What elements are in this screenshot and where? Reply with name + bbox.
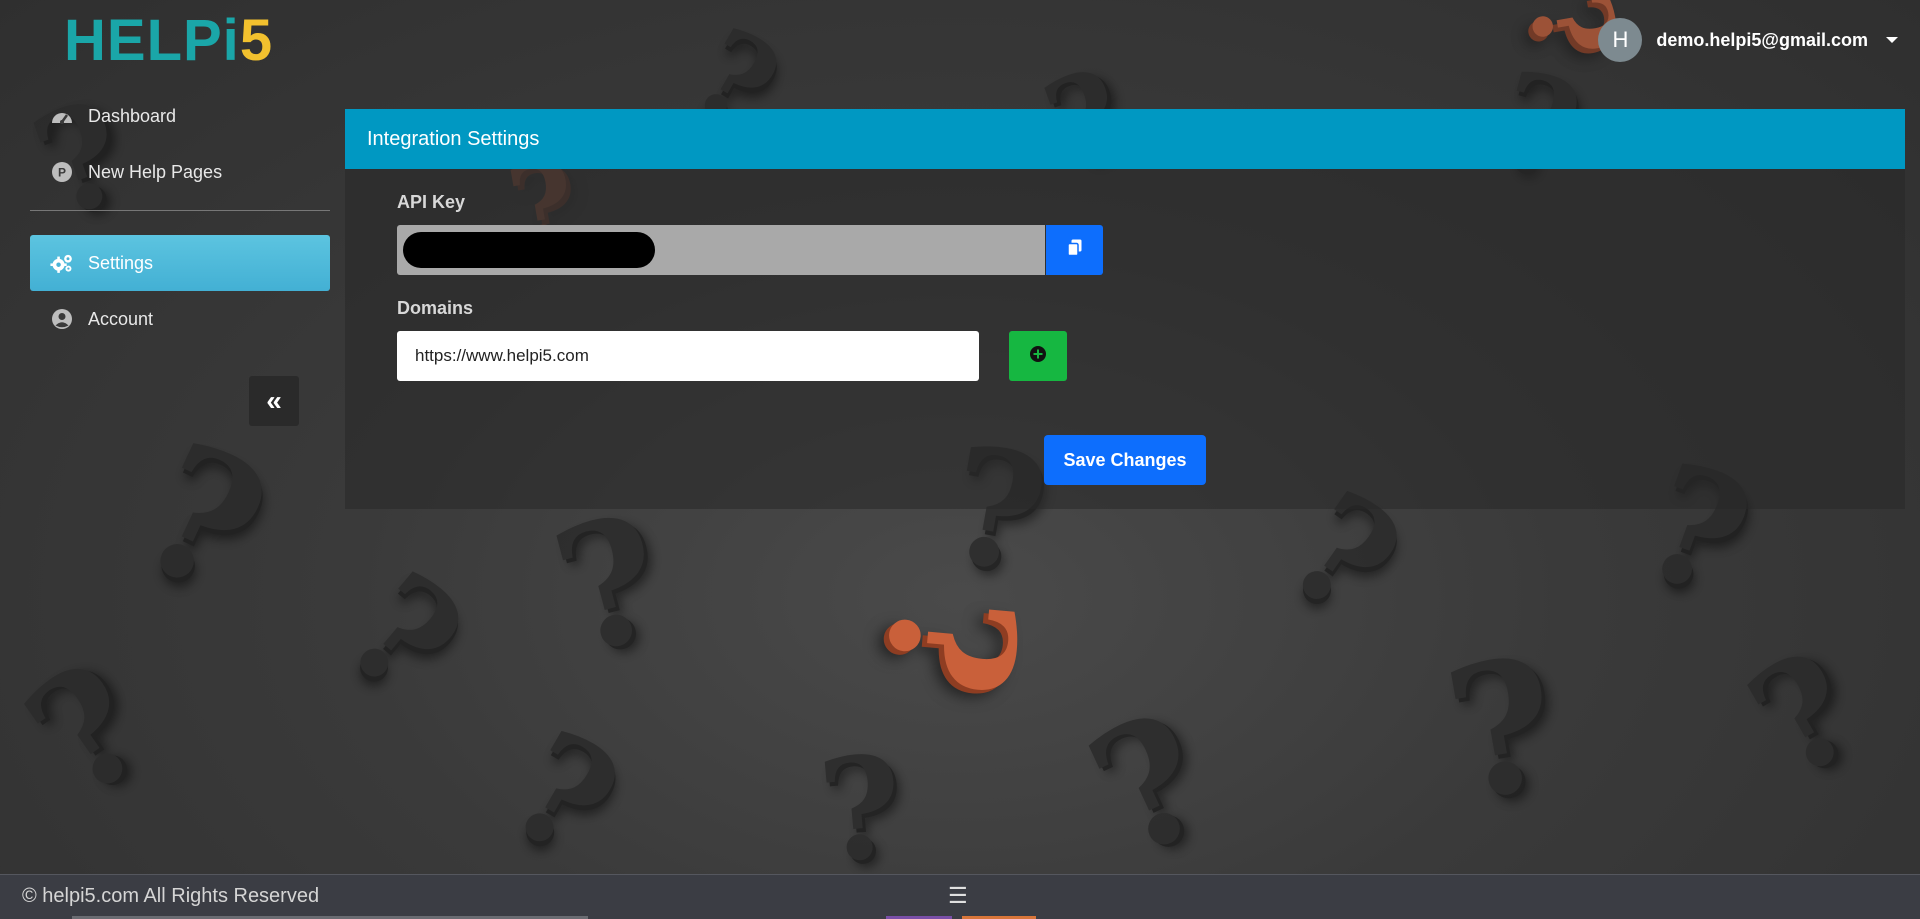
sidebar-item-new-help-pages[interactable]: P New Help Pages bbox=[30, 144, 330, 200]
user-email: demo.helpi5@gmail.com bbox=[1656, 29, 1868, 50]
sidebar-collapse-button[interactable]: « bbox=[249, 376, 299, 426]
copy-icon bbox=[1066, 239, 1083, 262]
domains-label: Domains bbox=[397, 298, 474, 318]
sidebar-divider bbox=[30, 210, 330, 211]
api-key-field[interactable] bbox=[397, 225, 1045, 275]
dashboard-gauge-icon bbox=[50, 104, 74, 128]
integration-settings-panel: Integration Settings API Key Domains Sav… bbox=[345, 109, 1905, 509]
panel-title: Integration Settings bbox=[367, 127, 540, 150]
sidebar: Dashboard P New Help Pages Settings Acco… bbox=[30, 88, 330, 347]
footer: © helpi5.com All Rights Reserved ☰ bbox=[0, 874, 1920, 919]
add-domain-button[interactable] bbox=[1009, 331, 1067, 381]
plus-circle-icon bbox=[1029, 345, 1047, 368]
api-key-label: API Key bbox=[397, 192, 466, 212]
user-circle-icon bbox=[50, 307, 74, 331]
svg-text:P: P bbox=[58, 166, 66, 180]
logo-number: 5 bbox=[239, 7, 274, 73]
user-menu[interactable]: H demo.helpi5@gmail.com bbox=[1598, 18, 1898, 62]
double-chevron-left-icon: « bbox=[266, 385, 282, 416]
hamburger-menu-icon[interactable]: ☰ bbox=[948, 883, 968, 909]
save-changes-button[interactable]: Save Changes bbox=[1044, 435, 1206, 485]
sidebar-item-settings[interactable]: Settings bbox=[30, 235, 330, 291]
sidebar-item-account[interactable]: Account bbox=[30, 291, 330, 347]
sidebar-item-label: Settings bbox=[88, 252, 154, 273]
domain-input[interactable] bbox=[397, 331, 979, 381]
copyright-text: © helpi5.com All Rights Reserved bbox=[22, 885, 320, 907]
copy-api-key-button[interactable] bbox=[1046, 225, 1103, 275]
sidebar-item-label: New Help Pages bbox=[88, 161, 223, 182]
avatar: H bbox=[1598, 18, 1643, 62]
logo-text: HELPi bbox=[64, 7, 240, 73]
helpi5-logo[interactable]: HELPi 5 bbox=[64, 8, 273, 73]
p-circle-icon: P bbox=[50, 160, 74, 184]
api-key-redacted-value bbox=[403, 232, 655, 268]
gears-icon bbox=[50, 251, 74, 275]
sidebar-item-label: Account bbox=[88, 308, 154, 329]
panel-header: Integration Settings bbox=[345, 109, 1905, 169]
chevron-down-icon bbox=[1886, 37, 1898, 43]
sidebar-item-label: Dashboard bbox=[88, 105, 177, 126]
sidebar-item-dashboard[interactable]: Dashboard bbox=[30, 88, 330, 144]
